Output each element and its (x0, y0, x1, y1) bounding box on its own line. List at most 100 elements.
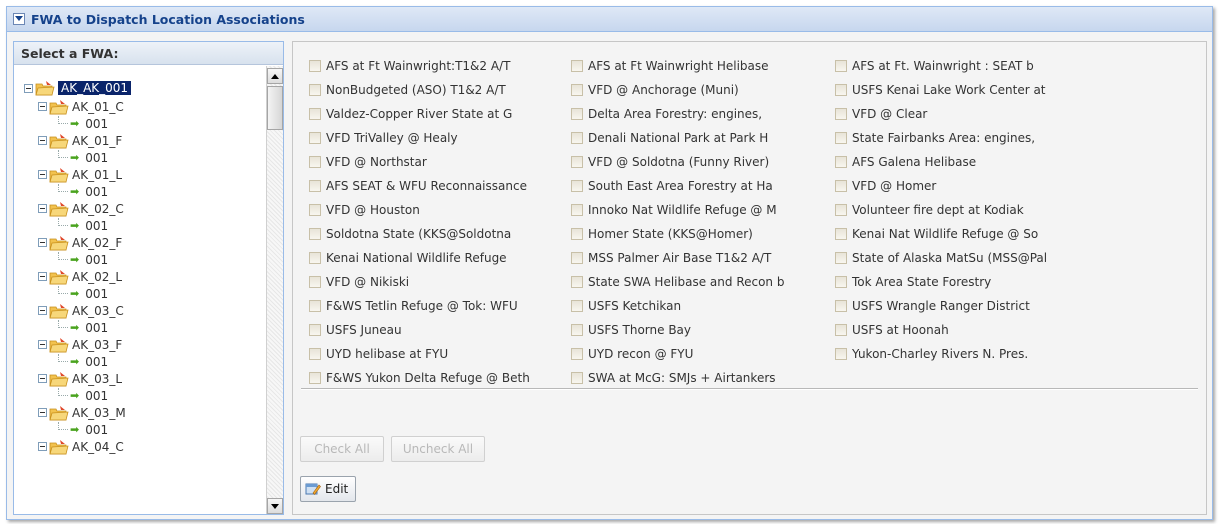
collapse-node-icon[interactable] (38, 306, 47, 315)
location-checkbox-item[interactable]: AFS Galena Helibase (835, 150, 1095, 174)
location-checkbox-item[interactable]: SWA at McG: SMJs + Airtankers (571, 366, 835, 390)
tree-node-fwa[interactable]: AK_03_F (14, 336, 265, 353)
tree-leaf[interactable]: ➡ 001 (14, 285, 265, 302)
checkbox[interactable] (571, 204, 583, 216)
checkbox[interactable] (309, 372, 321, 384)
tree-leaf[interactable]: ➡ 001 (14, 149, 265, 166)
location-checkbox-item[interactable]: Innoko Nat Wildlife Refuge @ M (571, 198, 835, 222)
tree-leaf[interactable]: ➡ 001 (14, 251, 265, 268)
checkbox[interactable] (309, 276, 321, 288)
location-checkbox-item[interactable]: State Fairbanks Area: engines, (835, 126, 1095, 150)
tree-node-fwa[interactable]: AK_01_F (14, 132, 265, 149)
check-all-button[interactable]: Check All (300, 436, 384, 462)
location-checkbox-item[interactable]: NonBudgeted (ASO) T1&2 A/T (309, 78, 571, 102)
location-checkbox-item[interactable]: State of Alaska MatSu (MSS@Pal (835, 246, 1095, 270)
tree-node-fwa[interactable]: AK_02_L (14, 268, 265, 285)
tree-node-fwa[interactable]: AK_04_C (14, 438, 265, 455)
checkbox[interactable] (571, 252, 583, 264)
checkbox[interactable] (835, 84, 847, 96)
checkbox[interactable] (309, 84, 321, 96)
edit-button[interactable]: Edit (300, 476, 356, 502)
checkbox[interactable] (309, 108, 321, 120)
checkbox[interactable] (571, 228, 583, 240)
tree-leaf[interactable]: ➡ 001 (14, 217, 265, 234)
tree-leaf[interactable]: ➡ 001 (14, 387, 265, 404)
chevron-down-icon[interactable] (13, 13, 25, 25)
tree-node-root[interactable]: AK_AK_001 (14, 78, 265, 98)
checkbox[interactable] (835, 156, 847, 168)
checkbox[interactable] (835, 204, 847, 216)
location-checkbox-item[interactable]: Homer State (KKS@Homer) (571, 222, 835, 246)
location-checkbox-item[interactable]: USFS at Hoonah (835, 318, 1095, 342)
location-checkbox-item[interactable]: UYD helibase at FYU (309, 342, 571, 366)
tree-leaf[interactable]: ➡ 001 (14, 115, 265, 132)
checkbox[interactable] (571, 180, 583, 192)
checkbox[interactable] (835, 300, 847, 312)
collapse-node-icon[interactable] (38, 442, 47, 451)
collapse-node-icon[interactable] (38, 374, 47, 383)
location-checkbox-item[interactable]: Volunteer fire dept at Kodiak (835, 198, 1095, 222)
location-checkbox-item[interactable]: AFS at Ft Wainwright Helibase (571, 54, 835, 78)
location-checkbox-item[interactable]: VFD @ Clear (835, 102, 1095, 126)
location-checkbox-item[interactable]: USFS Ketchikan (571, 294, 835, 318)
location-checkbox-item[interactable]: Delta Area Forestry: engines, (571, 102, 835, 126)
location-checkbox-item[interactable]: Soldotna State (KKS@Soldotna (309, 222, 571, 246)
location-checkbox-item[interactable]: USFS Juneau (309, 318, 571, 342)
checkbox[interactable] (571, 300, 583, 312)
checkbox[interactable] (571, 108, 583, 120)
location-checkbox-item[interactable]: VFD @ Soldotna (Funny River) (571, 150, 835, 174)
checkbox[interactable] (571, 372, 583, 384)
collapse-node-icon[interactable] (38, 238, 47, 247)
scroll-thumb[interactable] (267, 86, 283, 130)
checkbox[interactable] (835, 276, 847, 288)
uncheck-all-button[interactable]: Uncheck All (391, 436, 485, 462)
location-checkbox-item[interactable]: South East Area Forestry at Ha (571, 174, 835, 198)
location-checkbox-item[interactable]: VFD @ Nikiski (309, 270, 571, 294)
location-checkbox-item[interactable]: Yukon-Charley Rivers N. Pres. (835, 342, 1095, 366)
location-checkbox-item[interactable]: Valdez-Copper River State at G (309, 102, 571, 126)
location-checkbox-item[interactable]: Kenai National Wildlife Refuge (309, 246, 571, 270)
checkbox[interactable] (835, 228, 847, 240)
checkbox[interactable] (571, 84, 583, 96)
location-checkbox-item[interactable]: USFS Thorne Bay (571, 318, 835, 342)
location-checkbox-item[interactable]: VFD TriValley @ Healy (309, 126, 571, 150)
tree-node-fwa[interactable]: AK_02_F (14, 234, 265, 251)
scroll-down-arrow-icon[interactable] (267, 498, 283, 514)
collapse-node-icon[interactable] (38, 170, 47, 179)
collapse-node-icon[interactable] (38, 204, 47, 213)
location-checkbox-item[interactable]: VFD @ Houston (309, 198, 571, 222)
tree-node-fwa[interactable]: AK_02_C (14, 200, 265, 217)
location-checkbox-item[interactable]: Kenai Nat Wildlife Refuge @ So (835, 222, 1095, 246)
location-checkbox-item[interactable]: Denali National Park at Park H (571, 126, 835, 150)
checkbox[interactable] (309, 132, 321, 144)
checkbox[interactable] (309, 300, 321, 312)
collapse-node-icon[interactable] (24, 83, 33, 93)
tree-node-fwa[interactable]: AK_03_M (14, 404, 265, 421)
checkbox[interactable] (309, 348, 321, 360)
checkbox[interactable] (309, 156, 321, 168)
location-checkbox-item[interactable]: F&WS Yukon Delta Refuge @ Beth (309, 366, 571, 390)
collapse-node-icon[interactable] (38, 136, 47, 145)
checkbox[interactable] (571, 324, 583, 336)
location-checkbox-item[interactable]: State SWA Helibase and Recon b (571, 270, 835, 294)
location-checkbox-item[interactable]: VFD @ Northstar (309, 150, 571, 174)
checkbox[interactable] (835, 108, 847, 120)
checkbox[interactable] (309, 252, 321, 264)
location-checkbox-item[interactable]: USFS Wrangle Ranger District (835, 294, 1095, 318)
checkbox[interactable] (309, 60, 321, 72)
checkbox[interactable] (571, 60, 583, 72)
tree-scrollbar[interactable] (266, 66, 283, 514)
tree-node-fwa[interactable]: AK_03_C (14, 302, 265, 319)
tree-leaf[interactable]: ➡ 001 (14, 421, 265, 438)
checkbox[interactable] (309, 324, 321, 336)
checkbox[interactable] (835, 132, 847, 144)
location-checkbox-item[interactable]: AFS at Ft Wainwright:T1&2 A/T (309, 54, 571, 78)
tree-node-fwa[interactable]: AK_01_L (14, 166, 265, 183)
collapse-node-icon[interactable] (38, 408, 47, 417)
checkbox[interactable] (571, 132, 583, 144)
location-checkbox-item[interactable]: UYD recon @ FYU (571, 342, 835, 366)
location-checkbox-item[interactable]: Tok Area State Forestry (835, 270, 1095, 294)
checkbox[interactable] (835, 60, 847, 72)
checkbox[interactable] (835, 324, 847, 336)
checkbox[interactable] (309, 180, 321, 192)
